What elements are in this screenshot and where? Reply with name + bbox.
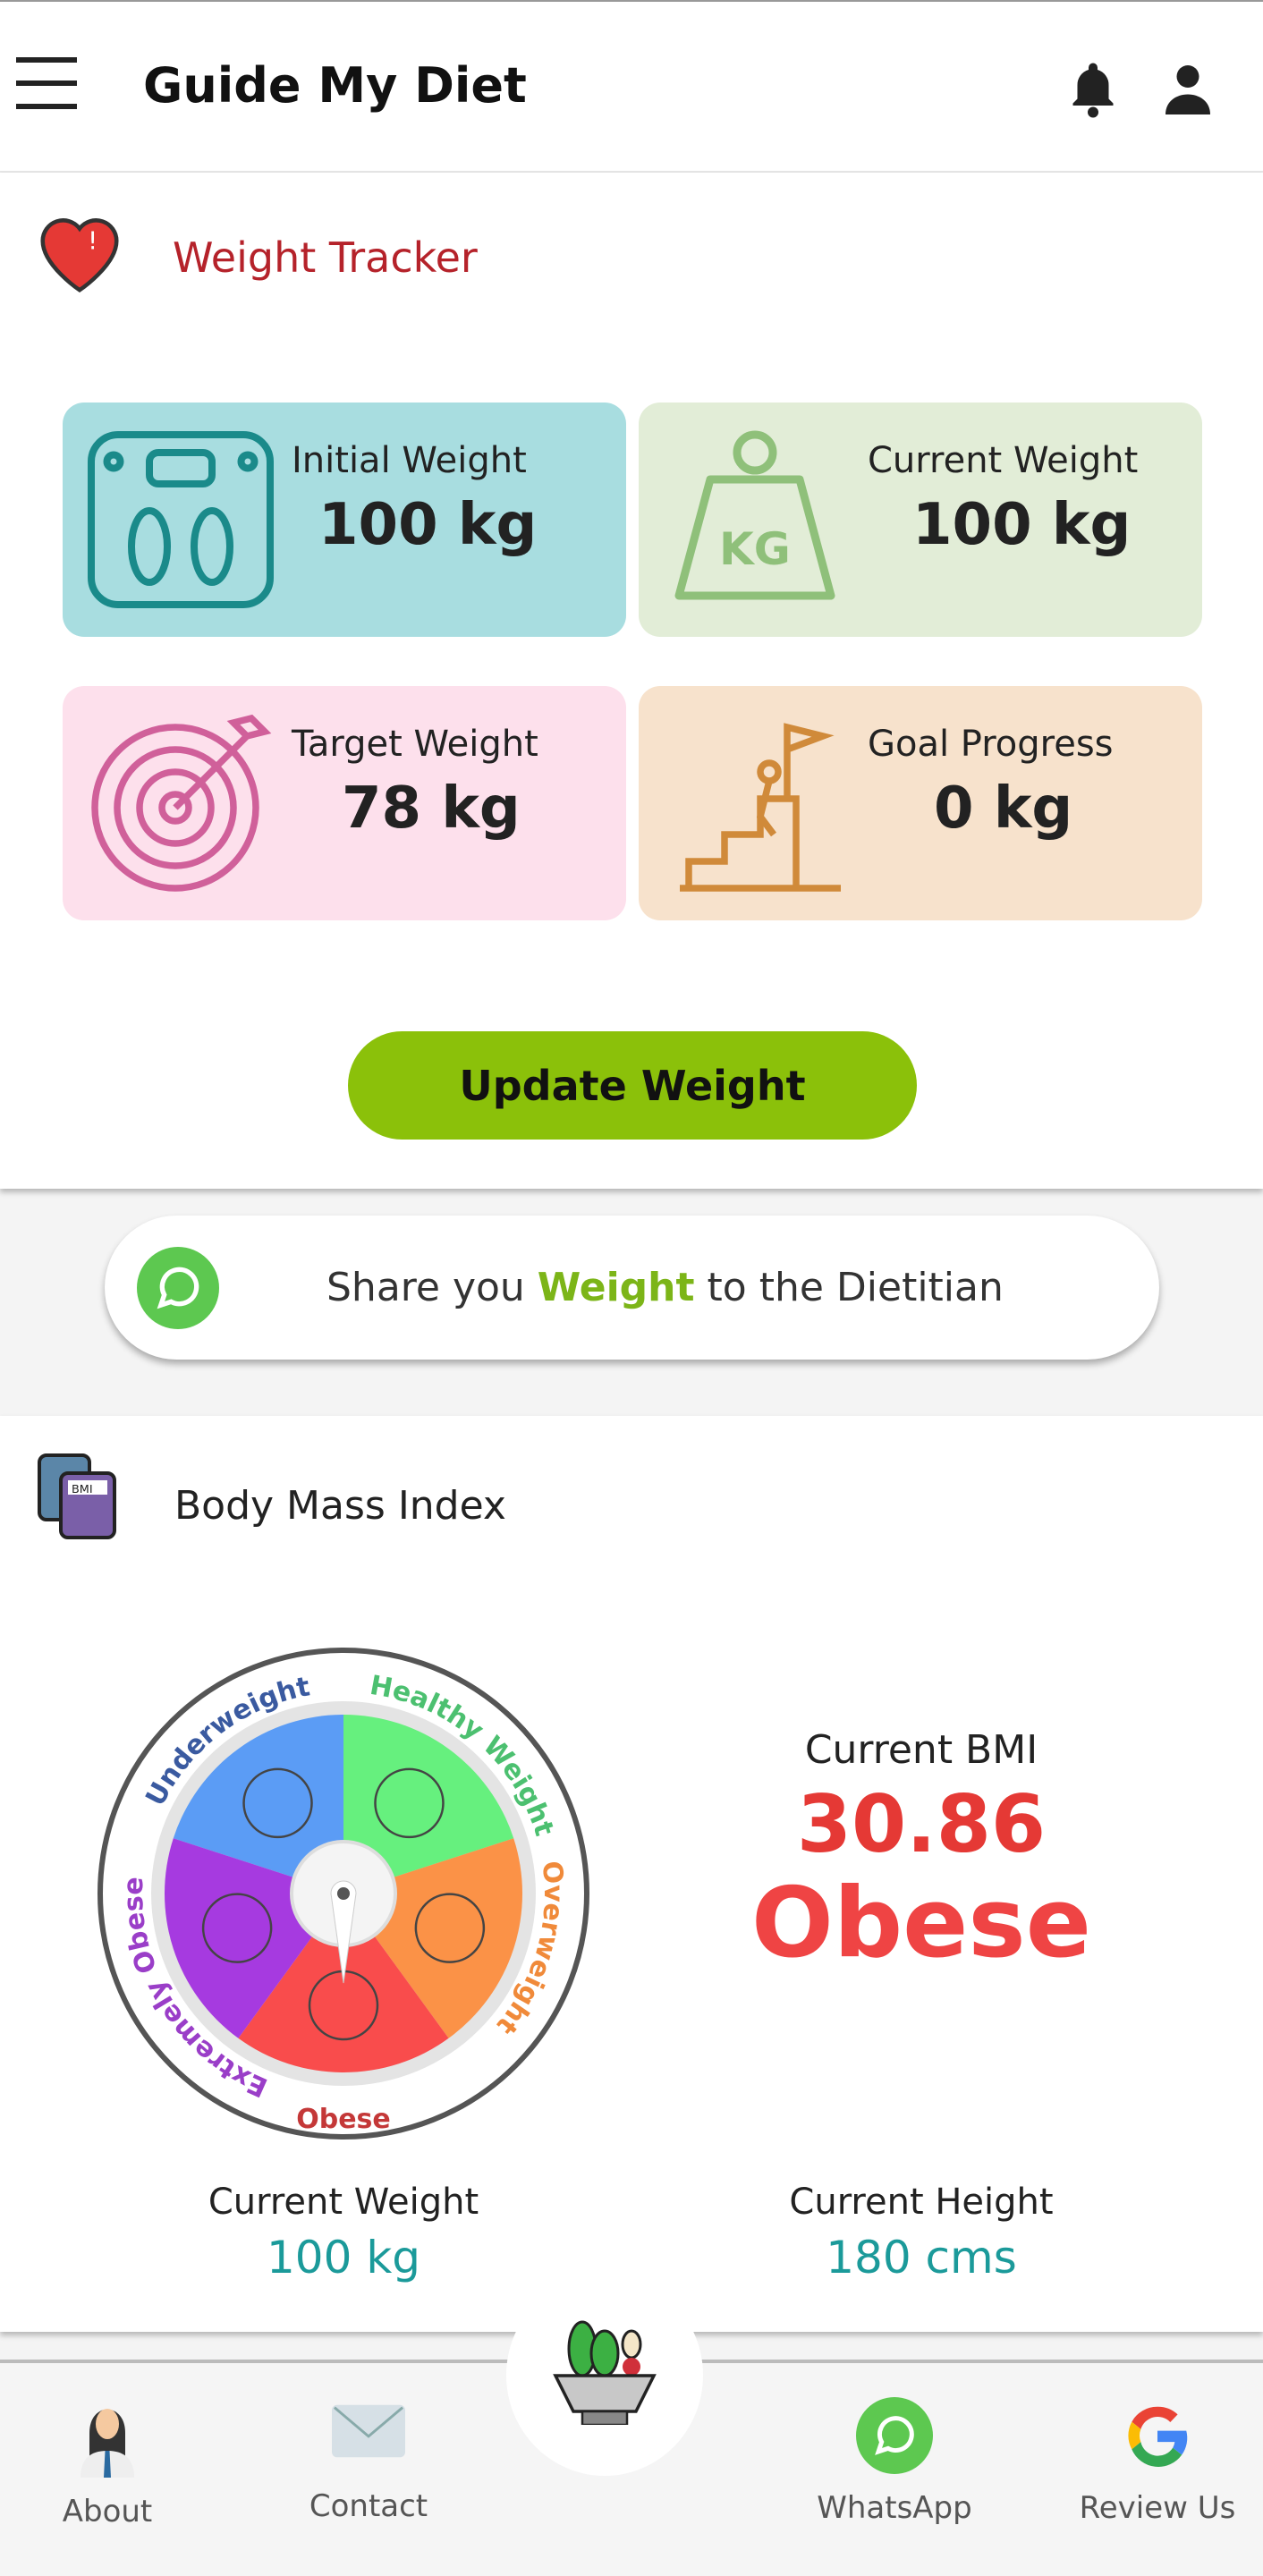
- bmi-wheel: Underweight Healthy Weight Overweight Ob…: [93, 1648, 594, 2140]
- bell-icon[interactable]: [1066, 57, 1120, 118]
- kg-weight-icon: KG: [674, 430, 835, 600]
- nav-about-label: About: [62, 2494, 153, 2529]
- svg-text:BMI: BMI: [72, 1483, 93, 1496]
- share-suffix: to the Dietitian: [694, 1265, 1004, 1310]
- app-header: Guide My Diet: [0, 0, 1263, 173]
- goal-progress-label: Goal Progress: [868, 724, 1114, 765]
- bmi-title: Body Mass Index: [174, 1483, 506, 1529]
- nav-about[interactable]: About: [18, 2397, 197, 2529]
- current-bmi-value: 30.86: [796, 1778, 1047, 1870]
- share-highlight: Weight: [537, 1265, 695, 1310]
- target-weight-label: Target Weight: [292, 724, 538, 765]
- scale-icon: [88, 431, 274, 608]
- bmi-category: Obese: [751, 1868, 1091, 1979]
- goal-progress-value: 0 kg: [934, 775, 1073, 842]
- initial-weight-value: 100 kg: [318, 492, 538, 558]
- nav-review-label: Review Us: [1079, 2490, 1236, 2526]
- initial-weight-tile: Initial Weight 100 kg: [63, 402, 626, 637]
- current-weight-value: 100 kg: [912, 492, 1132, 558]
- hamburger-menu-icon[interactable]: [16, 57, 77, 109]
- current-weight-tile: KG Current Weight 100 kg: [639, 402, 1202, 637]
- user-profile-icon[interactable]: [1161, 61, 1215, 114]
- svg-text:KG: KG: [719, 523, 791, 575]
- weight-tracker-title: Weight Tracker: [173, 233, 478, 282]
- google-icon: [1128, 2406, 1188, 2467]
- wheel-label-obese: Obese: [296, 2104, 391, 2135]
- svg-text:!: !: [88, 226, 97, 255]
- app-title: Guide My Diet: [143, 57, 527, 114]
- goal-progress-tile: Goal Progress 0 kg: [639, 686, 1202, 920]
- update-weight-button[interactable]: Update Weight: [348, 1031, 917, 1140]
- target-weight-tile: Target Weight 78 kg: [63, 686, 626, 920]
- bmi-weight-value: 100 kg: [266, 2232, 421, 2284]
- doctor-avatar-icon: [81, 2409, 134, 2478]
- nav-whatsapp-label: WhatsApp: [817, 2490, 972, 2526]
- bmi-weight-label: Current Weight: [208, 2182, 479, 2223]
- initial-weight-label: Initial Weight: [292, 440, 527, 481]
- target-weight-value: 78 kg: [342, 775, 521, 842]
- nav-contact[interactable]: Contact: [279, 2404, 458, 2524]
- current-weight-label: Current Weight: [868, 440, 1139, 481]
- current-bmi-label: Current BMI: [804, 1727, 1038, 1773]
- bmi-calculator-icon: BMI: [38, 1453, 116, 1539]
- share-text: Share you Weight to the Dietitian: [326, 1265, 1004, 1310]
- bmi-height-value: 180 cms: [826, 2232, 1017, 2284]
- salad-bowl-icon: [553, 2320, 657, 2425]
- salad-home-button[interactable]: [506, 2275, 703, 2476]
- whatsapp-icon: [137, 1246, 219, 1329]
- envelope-icon: [332, 2404, 405, 2458]
- nav-review[interactable]: Review Us: [1068, 2397, 1247, 2526]
- nav-whatsapp[interactable]: WhatsApp: [805, 2397, 984, 2526]
- target-icon: [91, 714, 272, 892]
- share-prefix: Share you: [326, 1265, 538, 1310]
- goal-climb-icon: [680, 723, 841, 892]
- share-weight-button[interactable]: Share you Weight to the Dietitian: [105, 1216, 1159, 1360]
- bmi-card: BMI Body Mass Index Underweight Healthy …: [0, 1416, 1263, 2332]
- whatsapp-nav-icon: [856, 2397, 933, 2474]
- bmi-height-label: Current Height: [789, 2182, 1054, 2223]
- heart-icon: !: [40, 218, 119, 293]
- nav-contact-label: Contact: [309, 2488, 428, 2524]
